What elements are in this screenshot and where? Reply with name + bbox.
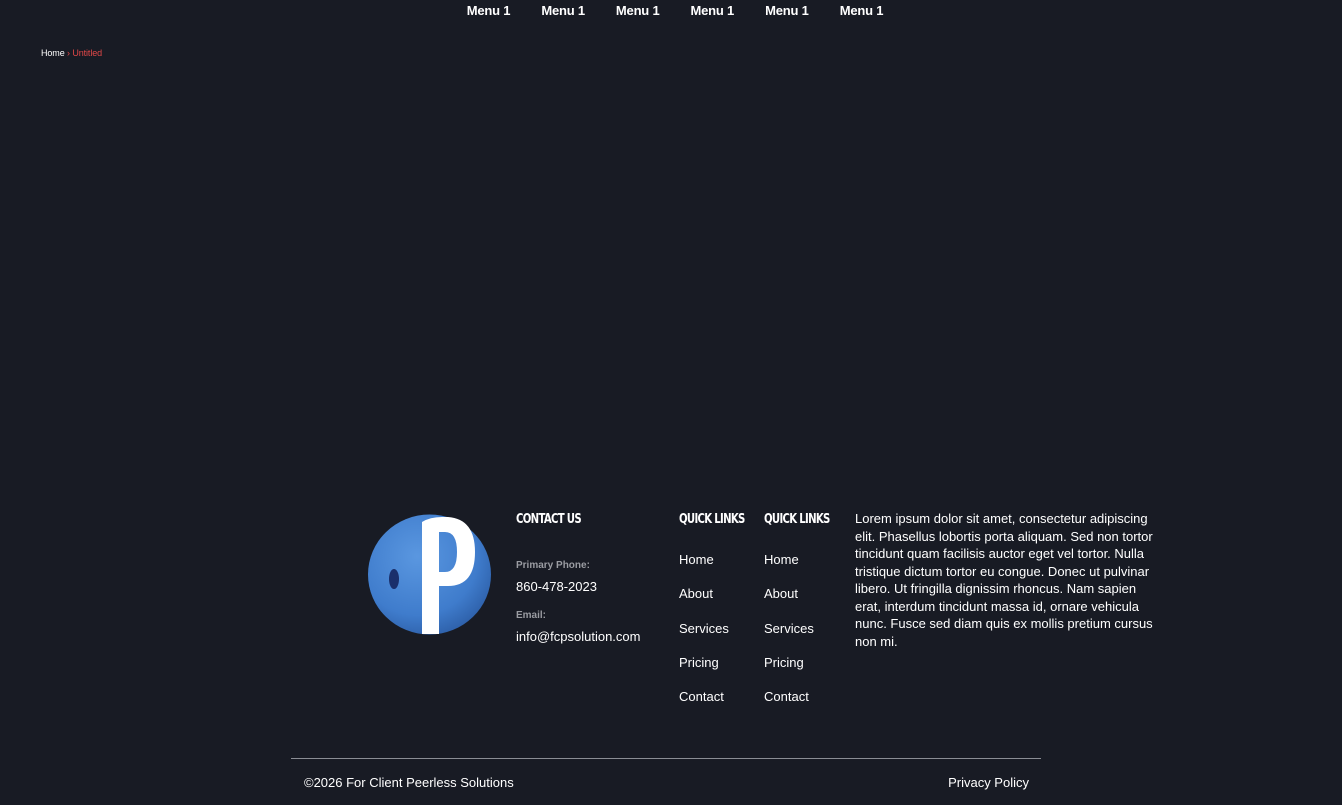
breadcrumb-separator: › bbox=[67, 48, 70, 58]
nav-item-menu-3[interactable]: Menu 1 bbox=[616, 3, 660, 18]
breadcrumb-current: Untitled bbox=[72, 48, 103, 58]
nav-item-menu-6[interactable]: Menu 1 bbox=[840, 3, 884, 18]
quick-link-contact[interactable]: Contact bbox=[764, 688, 814, 722]
nav-item-menu-1[interactable]: Menu 1 bbox=[467, 3, 511, 18]
page: Menu 1 Menu 1 Menu 1 Menu 1 Menu 1 Menu … bbox=[0, 0, 1342, 805]
contact-us-heading: CONTACT US bbox=[516, 512, 582, 527]
quick-link-contact[interactable]: Contact bbox=[679, 688, 729, 722]
breadcrumb-home-link[interactable]: Home bbox=[41, 48, 65, 58]
nav-list: Menu 1 Menu 1 Menu 1 Menu 1 Menu 1 Menu … bbox=[467, 3, 884, 18]
email-label: Email: bbox=[516, 610, 547, 621]
footer-divider bbox=[291, 758, 1041, 759]
copyright-text: ©2026 For Client Peerless Solutions bbox=[304, 775, 514, 790]
breadcrumb: Home › Untitled bbox=[41, 48, 102, 58]
privacy-policy-link[interactable]: Privacy Policy bbox=[948, 775, 1029, 790]
quick-link-about[interactable]: About bbox=[679, 585, 729, 619]
email-value[interactable]: info@fcpsolution.com bbox=[516, 629, 640, 644]
quick-links-heading-2: QUICK LINKS bbox=[764, 512, 830, 527]
nav-item-menu-5[interactable]: Menu 1 bbox=[765, 3, 809, 18]
nav-item-menu-2[interactable]: Menu 1 bbox=[541, 3, 585, 18]
quick-links-heading-1: QUICK LINKS bbox=[679, 512, 745, 527]
footer-about-text: Lorem ipsum dolor sit amet, consectetur … bbox=[855, 511, 1153, 649]
quick-link-services[interactable]: Services bbox=[764, 620, 814, 654]
quick-link-pricing[interactable]: Pricing bbox=[764, 654, 814, 688]
primary-phone-value[interactable]: 860-478-2023 bbox=[516, 579, 597, 594]
quick-links-list-2: Home About Services Pricing Contact bbox=[764, 551, 814, 722]
quick-link-about[interactable]: About bbox=[764, 585, 814, 619]
quick-link-services[interactable]: Services bbox=[679, 620, 729, 654]
quick-link-home[interactable]: Home bbox=[679, 551, 729, 585]
top-navigation: Menu 1 Menu 1 Menu 1 Menu 1 Menu 1 Menu … bbox=[0, 0, 1342, 22]
quick-links-list-1: Home About Services Pricing Contact bbox=[679, 551, 729, 722]
primary-phone-label: Primary Phone: bbox=[516, 560, 590, 571]
fcp-logo-icon[interactable] bbox=[368, 514, 491, 635]
quick-link-home[interactable]: Home bbox=[764, 551, 814, 585]
nav-item-menu-4[interactable]: Menu 1 bbox=[691, 3, 735, 18]
quick-link-pricing[interactable]: Pricing bbox=[679, 654, 729, 688]
